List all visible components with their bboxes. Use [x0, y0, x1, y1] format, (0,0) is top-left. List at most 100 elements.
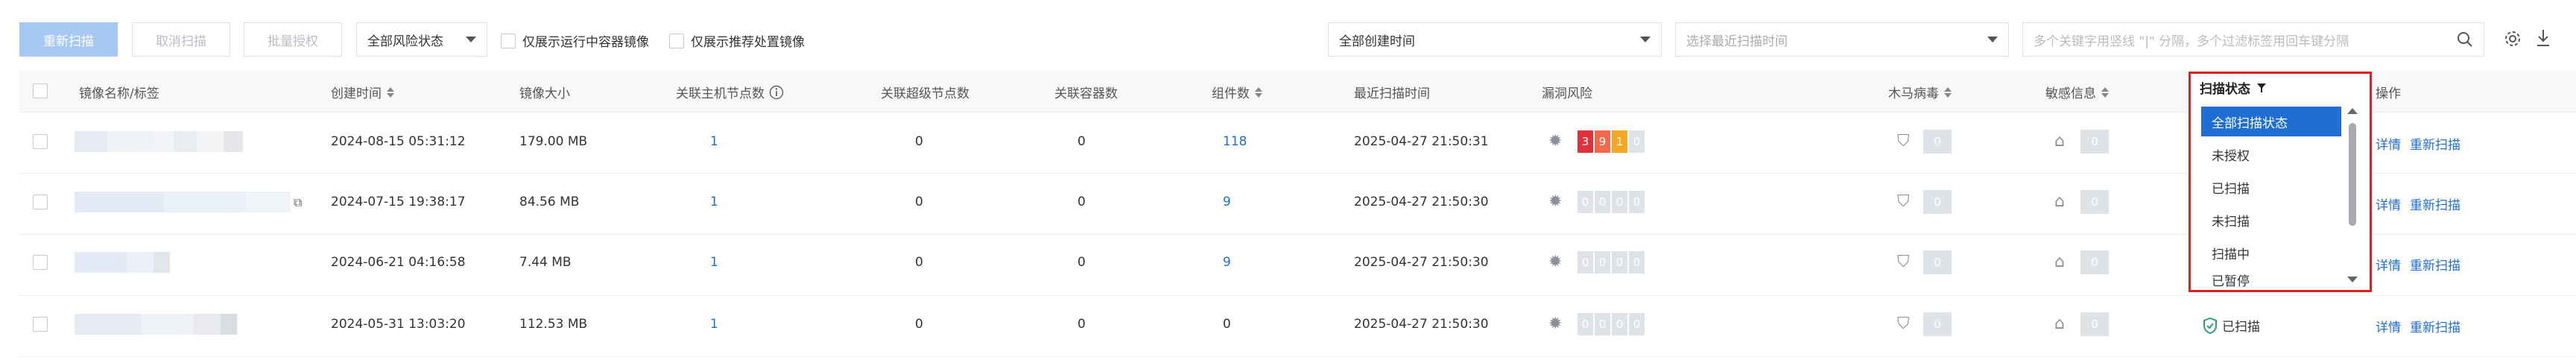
risk-status-value: 全部风险状态 [367, 34, 443, 49]
select-all-checkbox[interactable] [33, 83, 48, 98]
chevron-down-icon [1987, 23, 1998, 56]
header-trojan[interactable]: 木马病毒 [1888, 83, 1952, 101]
only-running-label: 仅展示运行中容器镜像 [522, 35, 649, 50]
risk-high-count: 9 [1595, 130, 1610, 153]
row-checkbox[interactable] [33, 255, 48, 270]
containers-count: 0 [1077, 317, 1086, 332]
settings-gear-icon[interactable] [2504, 30, 2522, 51]
host-nodes-link[interactable]: 1 [710, 134, 718, 149]
sensitive-icon: ⌂ [2054, 192, 2065, 211]
row-checkbox[interactable] [33, 317, 48, 332]
risk-low-count: 0 [1629, 251, 1645, 274]
sensitive-count: 0 [2080, 250, 2109, 274]
created-time: 2024-08-15 05:31:12 [331, 134, 466, 149]
components-link[interactable]: 118 [1223, 134, 1247, 149]
checkbox-box[interactable] [501, 33, 516, 48]
trojan-count: 0 [1923, 130, 1952, 154]
rescan-button[interactable]: 重新扫描 [19, 22, 118, 57]
super-nodes-count: 0 [915, 195, 923, 209]
info-icon[interactable] [769, 85, 784, 100]
header-host-nodes: 关联主机节点数 [676, 83, 784, 101]
copy-icon[interactable]: ⧉ [294, 195, 302, 210]
filter-icon [2257, 83, 2266, 92]
sort-icon[interactable] [387, 86, 394, 98]
row-checkbox[interactable] [33, 195, 48, 209]
trojan-count: 0 [1923, 312, 1952, 336]
vuln-risk-counts[interactable]: 3 9 1 0 [1577, 130, 1646, 153]
risk-medium-count: 1 [1612, 130, 1627, 153]
filter-option-paused[interactable]: 已暂停 [2201, 271, 2341, 287]
sort-icon[interactable] [2101, 86, 2109, 98]
trojan-icon: ⛉ [1897, 253, 1910, 271]
only-recommended-label: 仅展示推荐处置镜像 [691, 35, 805, 50]
containers-count: 0 [1077, 134, 1086, 149]
risk-high-count: 0 [1595, 251, 1610, 274]
super-nodes-count: 0 [915, 317, 923, 332]
vuln-risk-counts[interactable]: 0 0 0 0 [1577, 313, 1646, 335]
cancel-scan-button[interactable]: 取消扫描 [132, 22, 230, 57]
recent-scan-time-placeholder: 选择最近扫描时间 [1686, 34, 1788, 49]
only-running-checkbox[interactable]: 仅展示运行中容器镜像 [501, 31, 649, 50]
components-link[interactable]: 9 [1223, 195, 1231, 209]
containers-count: 0 [1077, 255, 1086, 270]
image-name-redacted [75, 131, 243, 152]
only-recommended-checkbox[interactable]: 仅展示推荐处置镜像 [669, 31, 805, 50]
detail-link[interactable]: 详情 [2376, 255, 2401, 274]
header-created-time[interactable]: 创建时间 [331, 83, 394, 101]
risk-medium-count: 0 [1612, 191, 1627, 213]
batch-authorize-button[interactable]: 批量授权 [244, 22, 342, 57]
rescan-link[interactable]: 重新扫描 [2410, 134, 2461, 153]
image-size: 7.44 MB [519, 255, 572, 270]
filter-option-scanned[interactable]: 已扫描 [2201, 172, 2341, 202]
risk-status-select[interactable]: 全部风险状态 [356, 22, 487, 57]
risk-low-count: 0 [1629, 191, 1645, 213]
bug-icon: ✹ [1548, 253, 1563, 271]
rescan-link[interactable]: 重新扫描 [2410, 195, 2461, 213]
risk-critical-count: 0 [1577, 191, 1593, 213]
search-input[interactable]: 多个关键字用竖线 "|" 分隔，多个过滤标签用回车键分隔 [2022, 22, 2484, 57]
created-time: 2024-06-21 04:16:58 [331, 255, 466, 270]
bug-icon: ✹ [1548, 132, 1563, 151]
scroll-down-arrow[interactable] [2347, 277, 2358, 282]
filter-option-unauthorized[interactable]: 未授权 [2201, 139, 2341, 169]
filter-option-not-scanned[interactable]: 未扫描 [2201, 205, 2341, 235]
rescan-link[interactable]: 重新扫描 [2410, 317, 2461, 335]
sort-icon[interactable] [1255, 86, 1262, 98]
detail-link[interactable]: 详情 [2376, 317, 2401, 335]
created-time-select[interactable]: 全部创建时间 [1328, 22, 1662, 57]
vuln-risk-counts[interactable]: 0 0 0 0 [1577, 251, 1646, 274]
image-name-redacted [75, 192, 291, 212]
header-size: 镜像大小 [519, 86, 570, 101]
vuln-risk-counts[interactable]: 0 0 0 0 [1577, 191, 1646, 213]
components-count: 0 [1223, 317, 1231, 332]
host-nodes-link[interactable]: 1 [710, 317, 718, 332]
scrollbar-thumb[interactable] [2349, 123, 2356, 226]
filter-option-scanning[interactable]: 扫描中 [2201, 238, 2341, 268]
rescan-link[interactable]: 重新扫描 [2410, 255, 2461, 274]
filter-option-all[interactable]: 全部扫描状态 [2201, 107, 2341, 136]
header-sensitive[interactable]: 敏感信息 [2045, 83, 2109, 101]
scroll-up-arrow[interactable] [2347, 108, 2358, 114]
risk-medium-count: 0 [1612, 251, 1627, 274]
download-icon[interactable] [2535, 28, 2551, 51]
header-operations: 操作 [2376, 86, 2401, 101]
host-nodes-link[interactable]: 1 [710, 195, 718, 209]
scan-status-label: 已扫描 [2222, 320, 2260, 335]
sort-icon[interactable] [1944, 86, 1952, 98]
risk-critical-count: 0 [1577, 251, 1593, 274]
last-scan-time: 2025-04-27 21:50:30 [1354, 317, 1489, 332]
row-checkbox[interactable] [33, 134, 48, 149]
detail-link[interactable]: 详情 [2376, 134, 2401, 153]
recent-scan-time-select[interactable]: 选择最近扫描时间 [1675, 22, 2009, 57]
detail-link[interactable]: 详情 [2376, 195, 2401, 213]
trojan-count: 0 [1923, 190, 1952, 214]
sensitive-icon: ⌂ [2054, 315, 2065, 333]
header-components[interactable]: 组件数 [1212, 83, 1262, 101]
components-link[interactable]: 9 [1223, 255, 1231, 270]
checkbox-box[interactable] [669, 33, 684, 48]
host-nodes-link[interactable]: 1 [710, 255, 718, 270]
image-name-redacted [75, 252, 170, 273]
scan-status-filter-dropdown[interactable]: 扫描状态 全部扫描状态 未授权 已扫描 未扫描 扫描中 已暂停 [2189, 72, 2372, 292]
search-icon[interactable] [2457, 23, 2473, 56]
search-placeholder: 多个关键字用竖线 "|" 分隔，多个过滤标签用回车键分隔 [2034, 34, 2349, 49]
